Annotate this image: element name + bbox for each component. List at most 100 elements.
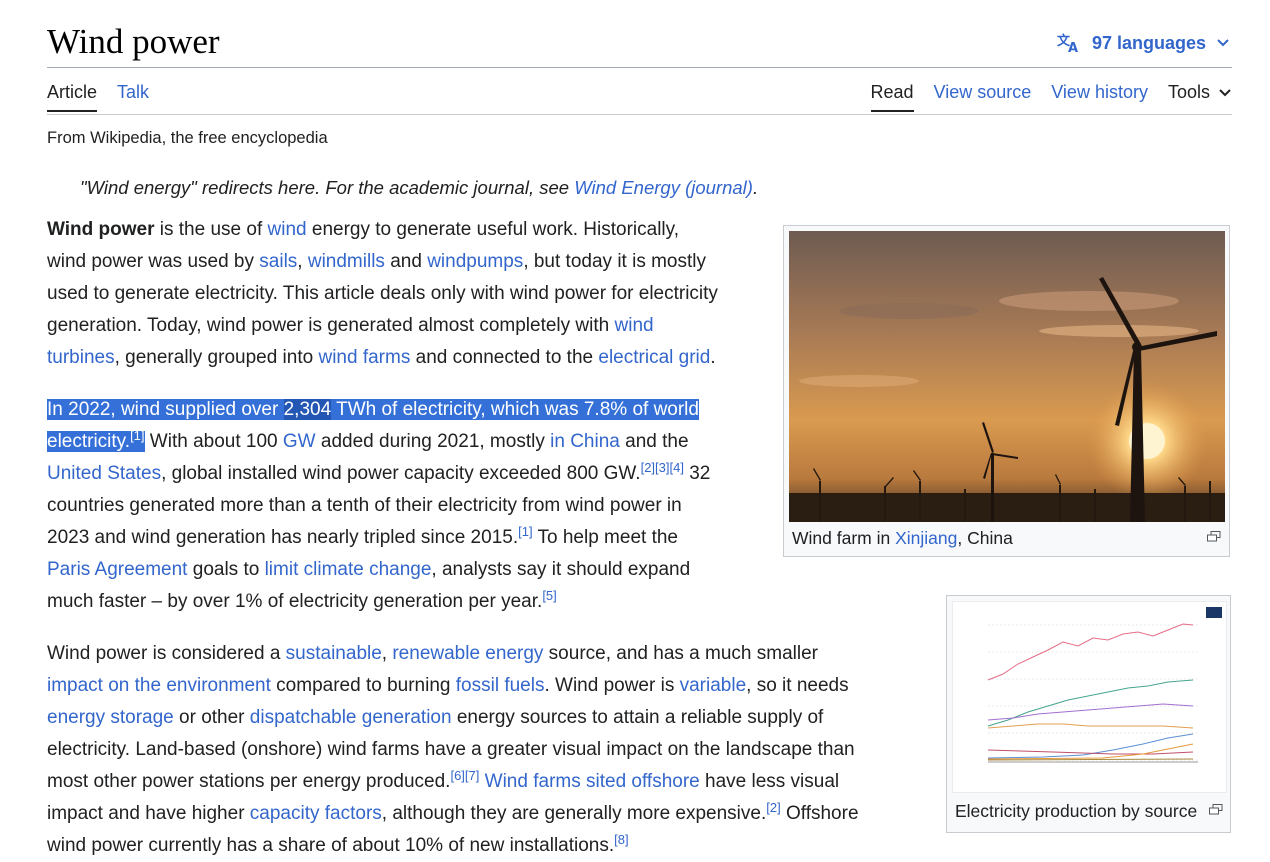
tab-view-source[interactable]: View source: [934, 82, 1032, 112]
paragraph-environment: Wind power is considered a sustainable , …: [47, 638, 917, 862]
text: To help meet the: [532, 527, 679, 548]
text: TWh of electricity, which was 7.8% of wo…: [331, 399, 699, 420]
figure-caption: Electricity production by source: [955, 801, 1198, 821]
text: most other power stations per energy pro…: [47, 771, 451, 792]
text: source, and has a much smaller: [543, 643, 818, 664]
tab-view-history[interactable]: View history: [1051, 82, 1148, 112]
chevron-down-icon: [1216, 38, 1230, 48]
link-electrical-grid[interactable]: electrical grid: [598, 347, 710, 368]
selected-text: In 2022, wind supplied over 2,304 TWh of…: [47, 399, 699, 420]
citation-6-7[interactable]: [6][7]: [450, 768, 479, 783]
translate-icon: 文 A: [1056, 32, 1082, 54]
text-line: countries generated more than a tenth of…: [47, 495, 682, 516]
tab-talk[interactable]: Talk: [117, 82, 149, 112]
view-tabs: Read View source View history Tools: [870, 82, 1233, 112]
link-capacity-factors[interactable]: capacity factors: [250, 803, 382, 824]
link-energy-storage[interactable]: energy storage: [47, 707, 174, 728]
hatnote-link[interactable]: Wind Energy (journal): [574, 177, 753, 198]
figure-caption: Wind farm in Xinjiang, China: [792, 528, 1013, 549]
text: energy to generate useful work. Historic…: [306, 219, 680, 240]
text: generation. Today, wind power is generat…: [47, 315, 615, 336]
selected-text: electricity.[1]: [47, 428, 145, 452]
figure-electricity-production: Electricity production by source: [946, 595, 1231, 833]
electricity-chart-image[interactable]: [952, 601, 1227, 793]
link-wind-farms[interactable]: wind farms: [318, 347, 410, 368]
citation-5[interactable]: [5]: [542, 588, 556, 603]
link-renewable-energy[interactable]: renewable energy: [392, 643, 543, 664]
text: and connected to the: [410, 347, 599, 368]
text: , so it needs: [746, 675, 849, 696]
tools-menu[interactable]: Tools: [1168, 82, 1232, 112]
text: 2,304: [283, 399, 332, 420]
text: and the: [619, 431, 689, 452]
text: or other: [173, 707, 250, 728]
tab-article[interactable]: Article: [47, 82, 98, 112]
text-line: used to generate electricity. This artic…: [47, 283, 718, 304]
text: ,: [381, 643, 393, 664]
citation-1[interactable]: [1]: [130, 428, 144, 443]
text: goals to: [187, 559, 265, 580]
text: , although they are generally more expen…: [381, 803, 767, 824]
link-gw[interactable]: GW: [283, 431, 316, 452]
text: impact and have higher: [47, 803, 250, 824]
link-wind[interactable]: wind: [268, 219, 307, 240]
link-windmills[interactable]: windmills: [308, 251, 385, 272]
text: ,: [297, 251, 308, 272]
text: and: [384, 251, 428, 272]
link-offshore-wind[interactable]: Wind farms sited offshore: [485, 771, 700, 792]
expand-icon[interactable]: [1207, 529, 1221, 542]
citation-1[interactable]: [1]: [518, 524, 532, 539]
bold-term: Wind power: [47, 219, 155, 240]
figure-wind-farm: Wind farm in Xinjiang, China: [783, 225, 1230, 557]
text: much faster – by over 1% of electricity …: [47, 591, 543, 612]
hatnote-end: .: [752, 177, 759, 198]
text: , global installed wind power capacity e…: [161, 463, 641, 484]
languages-label: 97 languages: [1091, 32, 1206, 53]
link-united-states[interactable]: United States: [47, 463, 161, 484]
text: 2023 and wind generation has nearly trip…: [47, 527, 519, 548]
link-fossil-fuels[interactable]: fossil fuels: [456, 675, 545, 696]
paragraph-intro: Wind power is the use of wind energy to …: [47, 214, 762, 374]
link-sails[interactable]: sails: [259, 251, 297, 272]
text: energy sources to attain a reliable supp…: [451, 707, 824, 728]
text: , but today it is mostly: [523, 251, 706, 272]
link-dispatchable-generation[interactable]: dispatchable generation: [250, 707, 452, 728]
text-line: electricity. Land-based (onshore) wind f…: [47, 739, 855, 760]
link-variable[interactable]: variable: [680, 675, 747, 696]
text: Offshore: [780, 803, 859, 824]
text: , analysts say it should expand: [431, 559, 691, 580]
expand-icon[interactable]: [1209, 802, 1223, 815]
link-wind-turbines[interactable]: wind: [615, 315, 654, 336]
text: 32: [683, 463, 711, 484]
link-environmental-impact[interactable]: impact on the environment: [47, 675, 271, 696]
link-windpumps[interactable]: windpumps: [427, 251, 523, 272]
site-tagline: From Wikipedia, the free encyclopedia: [47, 129, 328, 147]
wind-farm-image[interactable]: [789, 231, 1225, 522]
text: With about 100: [144, 431, 283, 452]
link-wind-turbines-2[interactable]: turbines: [47, 347, 115, 368]
link-paris-agreement[interactable]: Paris Agreement: [47, 559, 187, 580]
page-title: Wind power: [47, 22, 220, 61]
text: , China: [957, 528, 1013, 548]
tabs-divider: [47, 114, 1232, 115]
link-xinjiang[interactable]: Xinjiang: [895, 528, 957, 548]
text: . Wind power is: [544, 675, 680, 696]
link-limit-climate-change[interactable]: limit climate change: [265, 559, 432, 580]
text: Wind farm in: [792, 528, 896, 548]
text: wind power currently has a share of abou…: [47, 835, 615, 856]
hatnote: "Wind energy" redirects here. For the ac…: [80, 177, 758, 199]
paragraph-statistics: In 2022, wind supplied over 2,304 TWh of…: [47, 394, 762, 618]
text: compared to burning: [270, 675, 456, 696]
citation-2-3-4[interactable]: [2][3][4]: [641, 460, 684, 475]
language-selector[interactable]: 文 A 97 languages: [1056, 32, 1230, 54]
link-sustainable[interactable]: sustainable: [286, 643, 382, 664]
namespace-tabs: Article Talk: [47, 82, 149, 112]
text: electricity.: [47, 431, 131, 452]
citation-8[interactable]: [8]: [614, 832, 628, 847]
tab-read[interactable]: Read: [870, 82, 914, 112]
citation-2[interactable]: [2]: [766, 800, 780, 815]
text: is the use of: [154, 219, 268, 240]
link-in-china[interactable]: in China: [550, 431, 620, 452]
tools-label: Tools: [1167, 82, 1210, 102]
text: .: [710, 347, 716, 368]
